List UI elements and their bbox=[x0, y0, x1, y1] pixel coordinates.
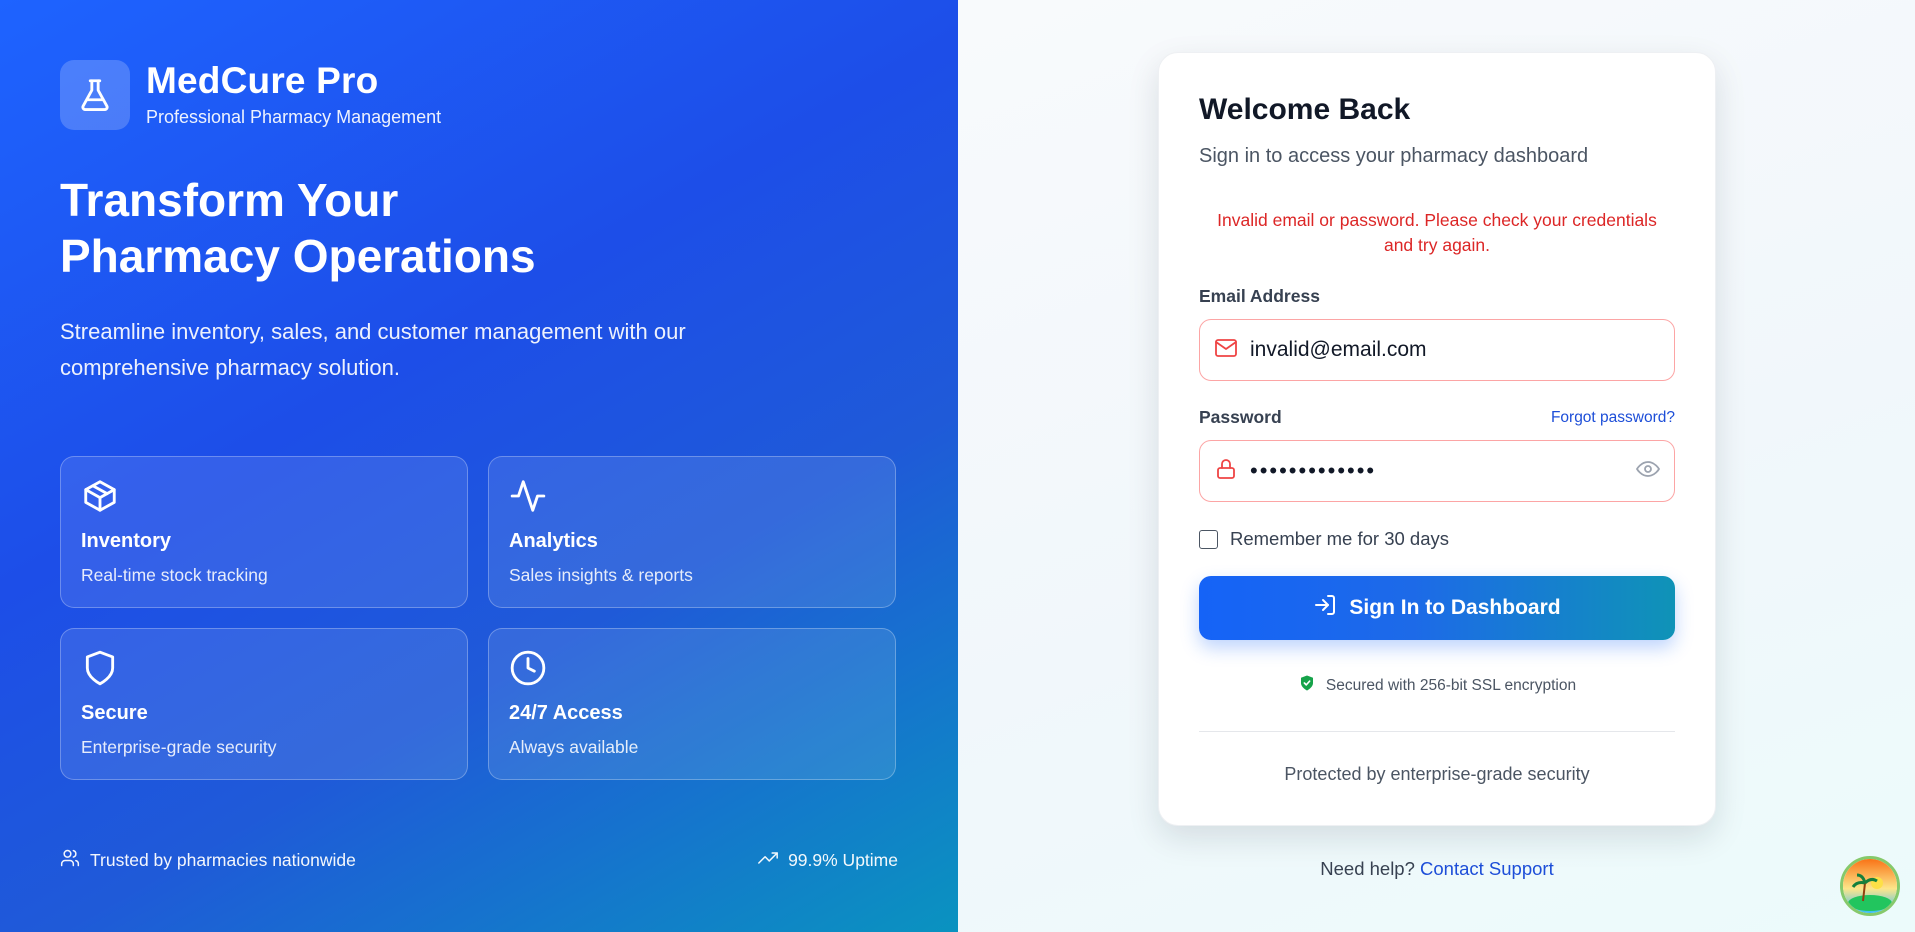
remember-me[interactable]: Remember me for 30 days bbox=[1199, 528, 1675, 550]
login-card: Welcome Back Sign in to access your phar… bbox=[1158, 52, 1716, 826]
email-input[interactable]: invalid@email.com bbox=[1250, 338, 1660, 362]
trusted-note: Trusted by pharmacies nationwide bbox=[60, 848, 356, 873]
headline-line-2: Pharmacy Operations bbox=[60, 230, 536, 282]
trending-up-icon bbox=[758, 848, 778, 873]
package-icon bbox=[81, 480, 119, 519]
uptime-note: 99.9% Uptime bbox=[758, 848, 898, 873]
feature-title: Inventory bbox=[81, 530, 172, 552]
feature-desc: Enterprise-grade security bbox=[81, 737, 277, 757]
flask-icon bbox=[60, 60, 130, 130]
password-group: Password Forgot password? ••••••••••••• bbox=[1199, 407, 1675, 502]
trusted-text: Trusted by pharmacies nationwide bbox=[90, 850, 356, 870]
feature-desc: Real-time stock tracking bbox=[81, 565, 268, 585]
contact-support-link[interactable]: Contact Support bbox=[1420, 858, 1554, 879]
brand-name: MedCure Pro bbox=[146, 60, 379, 101]
email-field[interactable]: invalid@email.com bbox=[1199, 319, 1675, 381]
email-group: Email Address invalid@email.com bbox=[1199, 286, 1675, 381]
remember-label: Remember me for 30 days bbox=[1230, 528, 1450, 549]
password-label: Password bbox=[1199, 407, 1282, 427]
clock-icon bbox=[509, 650, 547, 691]
feature-title: Analytics bbox=[509, 530, 598, 552]
help-prefix: Need help? bbox=[1320, 858, 1415, 879]
activity-icon bbox=[509, 480, 547, 519]
uptime-text: 99.9% Uptime bbox=[788, 850, 898, 870]
login-title: Welcome Back bbox=[1199, 93, 1411, 126]
feature-title: Secure bbox=[81, 702, 148, 724]
hero-headline: Transform Your Pharmacy Operations bbox=[60, 172, 898, 284]
sign-in-label: Sign In to Dashboard bbox=[1349, 596, 1561, 619]
feature-card-secure: Secure Enterprise-grade security bbox=[60, 628, 468, 780]
help-line: Need help? Contact Support bbox=[958, 858, 1915, 880]
sign-in-button[interactable]: Sign In to Dashboard bbox=[1199, 576, 1675, 640]
eye-icon[interactable] bbox=[1636, 457, 1660, 486]
lock-icon bbox=[1214, 457, 1238, 486]
hero-footer: Trusted by pharmacies nationwide 99.9% U… bbox=[60, 848, 898, 873]
forgot-password-link[interactable]: Forgot password? bbox=[1551, 409, 1675, 427]
ssl-text: Secured with 256-bit SSL encryption bbox=[1325, 676, 1577, 694]
feature-desc: Always available bbox=[509, 737, 639, 757]
ssl-note: Secured with 256-bit SSL encryption bbox=[1199, 674, 1675, 697]
feature-card-access: 24/7 Access Always available bbox=[488, 628, 896, 780]
login-subtitle: Sign in to access your pharmacy dashboar… bbox=[1199, 145, 1589, 167]
avatar[interactable] bbox=[1840, 856, 1900, 916]
login-panel: Welcome Back Sign in to access your phar… bbox=[958, 0, 1915, 932]
feature-card-analytics: Analytics Sales insights & reports bbox=[488, 456, 896, 608]
email-label: Email Address bbox=[1199, 286, 1320, 306]
users-icon bbox=[60, 848, 80, 873]
remember-checkbox[interactable] bbox=[1199, 529, 1218, 549]
brand-tagline: Professional Pharmacy Management bbox=[146, 107, 442, 127]
log-in-icon bbox=[1313, 593, 1337, 623]
mail-icon bbox=[1214, 336, 1238, 365]
headline-line-1: Transform Your bbox=[60, 174, 399, 226]
password-field[interactable]: ••••••••••••• bbox=[1199, 440, 1675, 502]
feature-grid: Inventory Real-time stock tracking Analy… bbox=[60, 456, 898, 780]
divider bbox=[1199, 731, 1675, 732]
hero-lead: Streamline inventory, sales, and custome… bbox=[60, 319, 686, 380]
shield-icon bbox=[81, 650, 119, 691]
error-message: Invalid email or password. Please check … bbox=[1217, 210, 1657, 255]
feature-title: 24/7 Access bbox=[509, 702, 623, 724]
shield-check-icon bbox=[1298, 674, 1316, 697]
hero-panel: MedCure Pro Professional Pharmacy Manage… bbox=[0, 0, 958, 932]
protected-note: Protected by enterprise-grade security bbox=[1284, 764, 1590, 784]
feature-card-inventory: Inventory Real-time stock tracking bbox=[60, 456, 468, 608]
brand: MedCure Pro Professional Pharmacy Manage… bbox=[60, 60, 898, 130]
password-input[interactable]: ••••••••••••• bbox=[1250, 458, 1624, 484]
feature-desc: Sales insights & reports bbox=[509, 565, 693, 585]
